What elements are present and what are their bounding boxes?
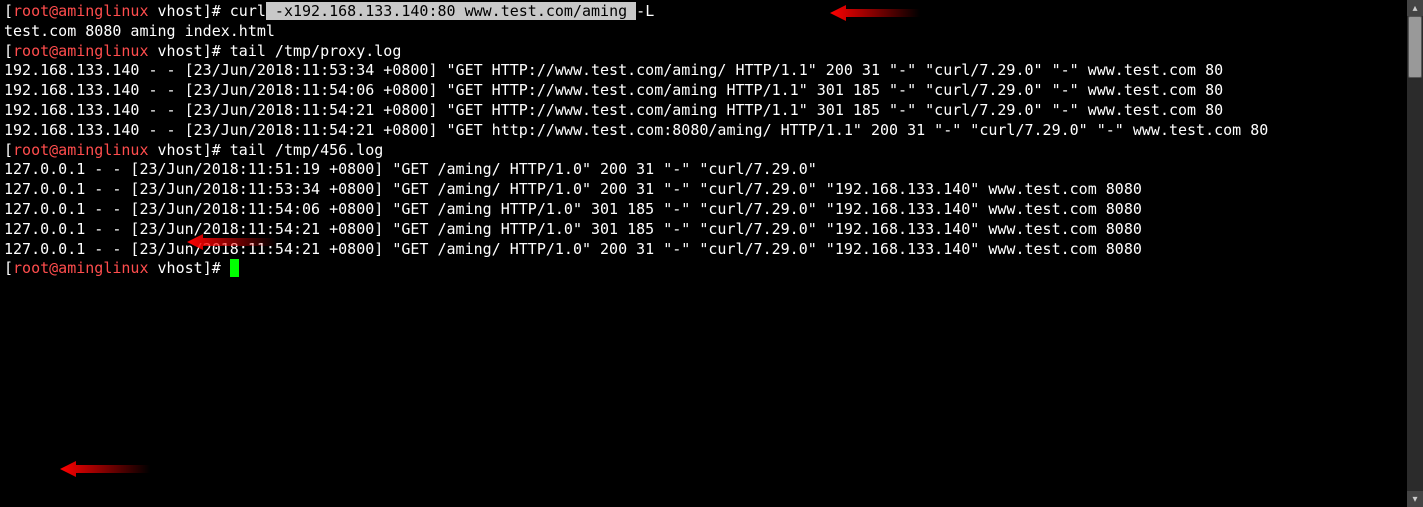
terminal-line: 127.0.0.1 - - [23/Jun/2018:11:53:34 +080… — [4, 180, 1142, 198]
prompt-user-host: root@aminglinux — [13, 259, 148, 277]
prompt-bracket: ]# — [203, 259, 230, 277]
prompt-path: vhost — [149, 2, 203, 20]
terminal-line: 127.0.0.1 - - [23/Jun/2018:11:51:19 +080… — [4, 160, 817, 178]
terminal-line: test.com 8080 aming index.html — [4, 22, 275, 40]
command-text: tail /tmp/proxy.log — [230, 42, 402, 60]
prompt-user-host: root@aminglinux — [13, 42, 148, 60]
prompt-path: vhost — [149, 259, 203, 277]
command-text: tail /tmp/456.log — [230, 141, 384, 159]
prompt-bracket: ]# — [203, 2, 230, 20]
terminal-line: 192.168.133.140 - - [23/Jun/2018:11:54:2… — [4, 121, 1268, 139]
prompt-bracket: [ — [4, 141, 13, 159]
scrollbar-up-button[interactable]: ▴ — [1407, 0, 1423, 16]
terminal-line: 192.168.133.140 - - [23/Jun/2018:11:53:3… — [4, 61, 1223, 79]
prompt-bracket: ]# — [203, 141, 230, 159]
prompt-user-host: root@aminglinux — [13, 141, 148, 159]
terminal-output[interactable]: [root@aminglinux vhost]# curl -x192.168.… — [0, 0, 1398, 503]
command-text: -L — [636, 2, 654, 20]
scrollbar-down-button[interactable]: ▾ — [1407, 491, 1423, 507]
prompt-bracket: [ — [4, 259, 13, 277]
terminal-line: 127.0.0.1 - - [23/Jun/2018:11:54:21 +080… — [4, 220, 1142, 238]
terminal-line: 127.0.0.1 - - [23/Jun/2018:11:54:06 +080… — [4, 200, 1142, 218]
selected-text: -x192.168.133.140:80 www.test.com/aming — [266, 2, 636, 20]
vertical-scrollbar[interactable]: ▴ ▾ — [1407, 0, 1423, 507]
prompt-path: vhost — [149, 42, 203, 60]
terminal-cursor — [230, 259, 239, 277]
prompt-bracket: ]# — [203, 42, 230, 60]
terminal-line: 127.0.0.1 - - [23/Jun/2018:11:54:21 +080… — [4, 240, 1142, 258]
prompt-user-host: root@aminglinux — [13, 2, 148, 20]
terminal-line: 192.168.133.140 - - [23/Jun/2018:11:54:0… — [4, 81, 1223, 99]
scrollbar-thumb[interactable] — [1408, 16, 1422, 78]
prompt-path: vhost — [149, 141, 203, 159]
prompt-bracket: [ — [4, 42, 13, 60]
prompt-bracket: [ — [4, 2, 13, 20]
terminal-line: 192.168.133.140 - - [23/Jun/2018:11:54:2… — [4, 101, 1223, 119]
command-text: curl — [230, 2, 266, 20]
